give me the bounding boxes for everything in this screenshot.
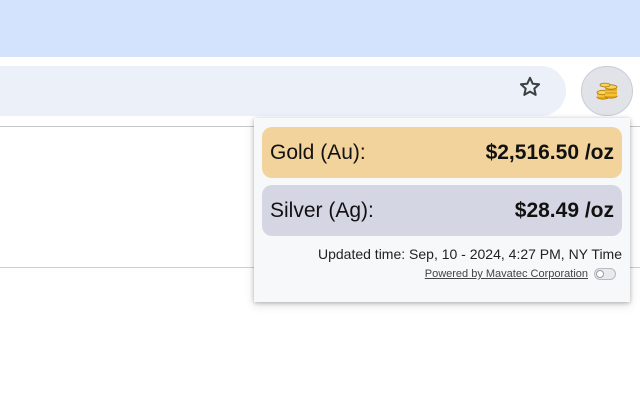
toggle-knob bbox=[596, 270, 604, 278]
gold-label: Gold (Au): bbox=[270, 140, 366, 164]
updated-time-text: Updated time: Sep, 10 - 2024, 4:27 PM, N… bbox=[317, 246, 622, 262]
gold-coins-icon bbox=[596, 82, 618, 100]
browser-toolbar bbox=[0, 57, 640, 126]
gold-price-extension-button[interactable] bbox=[581, 66, 633, 116]
footer-row: Powered by Mavatec Corporation bbox=[425, 268, 616, 280]
settings-toggle[interactable] bbox=[594, 268, 616, 280]
silver-price-row: Silver (Ag): $28.49 /oz bbox=[262, 185, 622, 236]
star-outline-icon bbox=[519, 76, 541, 96]
gold-price: $2,516.50 /oz bbox=[485, 140, 614, 164]
gold-price-row: Gold (Au): $2,516.50 /oz bbox=[262, 127, 622, 178]
silver-price: $28.49 /oz bbox=[514, 198, 614, 222]
bookmark-star-button[interactable] bbox=[510, 67, 550, 107]
powered-by-link[interactable]: Powered by Mavatec Corporation bbox=[425, 268, 588, 280]
browser-tab-strip bbox=[0, 0, 640, 57]
extension-popup: Gold (Au): $2,516.50 /oz Silver (Ag): $2… bbox=[254, 118, 630, 302]
silver-label: Silver (Ag): bbox=[270, 198, 374, 222]
address-bar[interactable] bbox=[0, 66, 566, 116]
